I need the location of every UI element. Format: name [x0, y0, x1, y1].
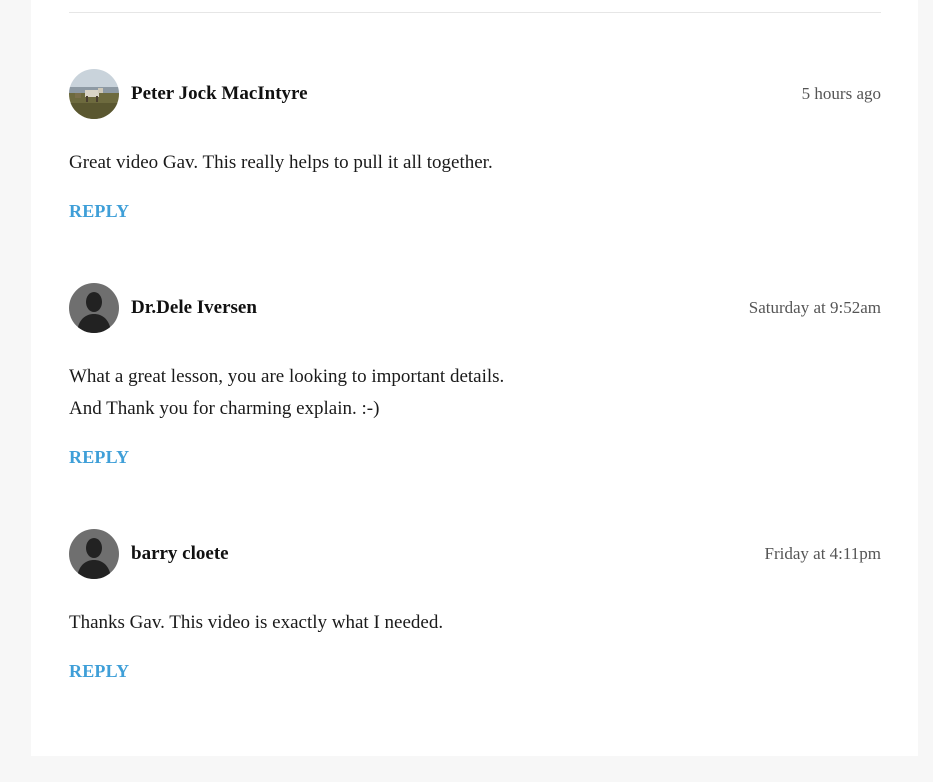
comment-body: Great video Gav. This really helps to pu…	[69, 147, 881, 179]
reply-link[interactable]: REPLY	[69, 447, 129, 468]
comment-body: Thanks Gav. This video is exactly what I…	[69, 607, 881, 639]
avatar[interactable]	[69, 69, 119, 119]
comment-header: Dr.Dele Iversen Saturday at 9:52am	[69, 283, 881, 333]
reply-link[interactable]: REPLY	[69, 201, 129, 222]
comment-text: Thanks Gav. This video is exactly what I…	[69, 612, 444, 633]
landscape-photo-icon	[69, 69, 119, 119]
comment-timestamp: 5 hours ago	[801, 84, 881, 103]
reply-link[interactable]: REPLY	[69, 661, 129, 682]
comment: Peter Jock MacIntyre 5 hours ago Great v…	[69, 69, 881, 222]
comment-author: barry cloete	[131, 543, 229, 564]
comment: Dr.Dele Iversen Saturday at 9:52am What …	[69, 283, 881, 468]
avatar[interactable]	[69, 529, 119, 579]
divider	[69, 12, 881, 13]
comment-timestamp: Saturday at 9:52am	[748, 298, 881, 317]
comment-author: Dr.Dele Iversen	[131, 297, 257, 318]
default-user-icon	[69, 283, 119, 333]
page: Peter Jock MacIntyre 5 hours ago Great v…	[0, 0, 933, 782]
comments-card: Peter Jock MacIntyre 5 hours ago Great v…	[31, 0, 918, 756]
comment-header: barry cloete Friday at 4:11pm	[69, 529, 881, 579]
comment-timestamp: Friday at 4:11pm	[764, 544, 881, 563]
comment-text: And Thank you for charming explain. :-)	[69, 398, 380, 419]
default-user-icon	[69, 529, 119, 579]
comment-text: What a great lesson, you are looking to …	[69, 366, 505, 387]
avatar[interactable]	[69, 283, 119, 333]
comment-body: What a great lesson, you are looking to …	[69, 361, 881, 425]
comment-author: Peter Jock MacIntyre	[131, 83, 308, 104]
comment: barry cloete Friday at 4:11pm Thanks Gav…	[69, 529, 881, 682]
comment-header: Peter Jock MacIntyre 5 hours ago	[69, 69, 881, 119]
comment-text: Great video Gav. This really helps to pu…	[69, 152, 493, 173]
